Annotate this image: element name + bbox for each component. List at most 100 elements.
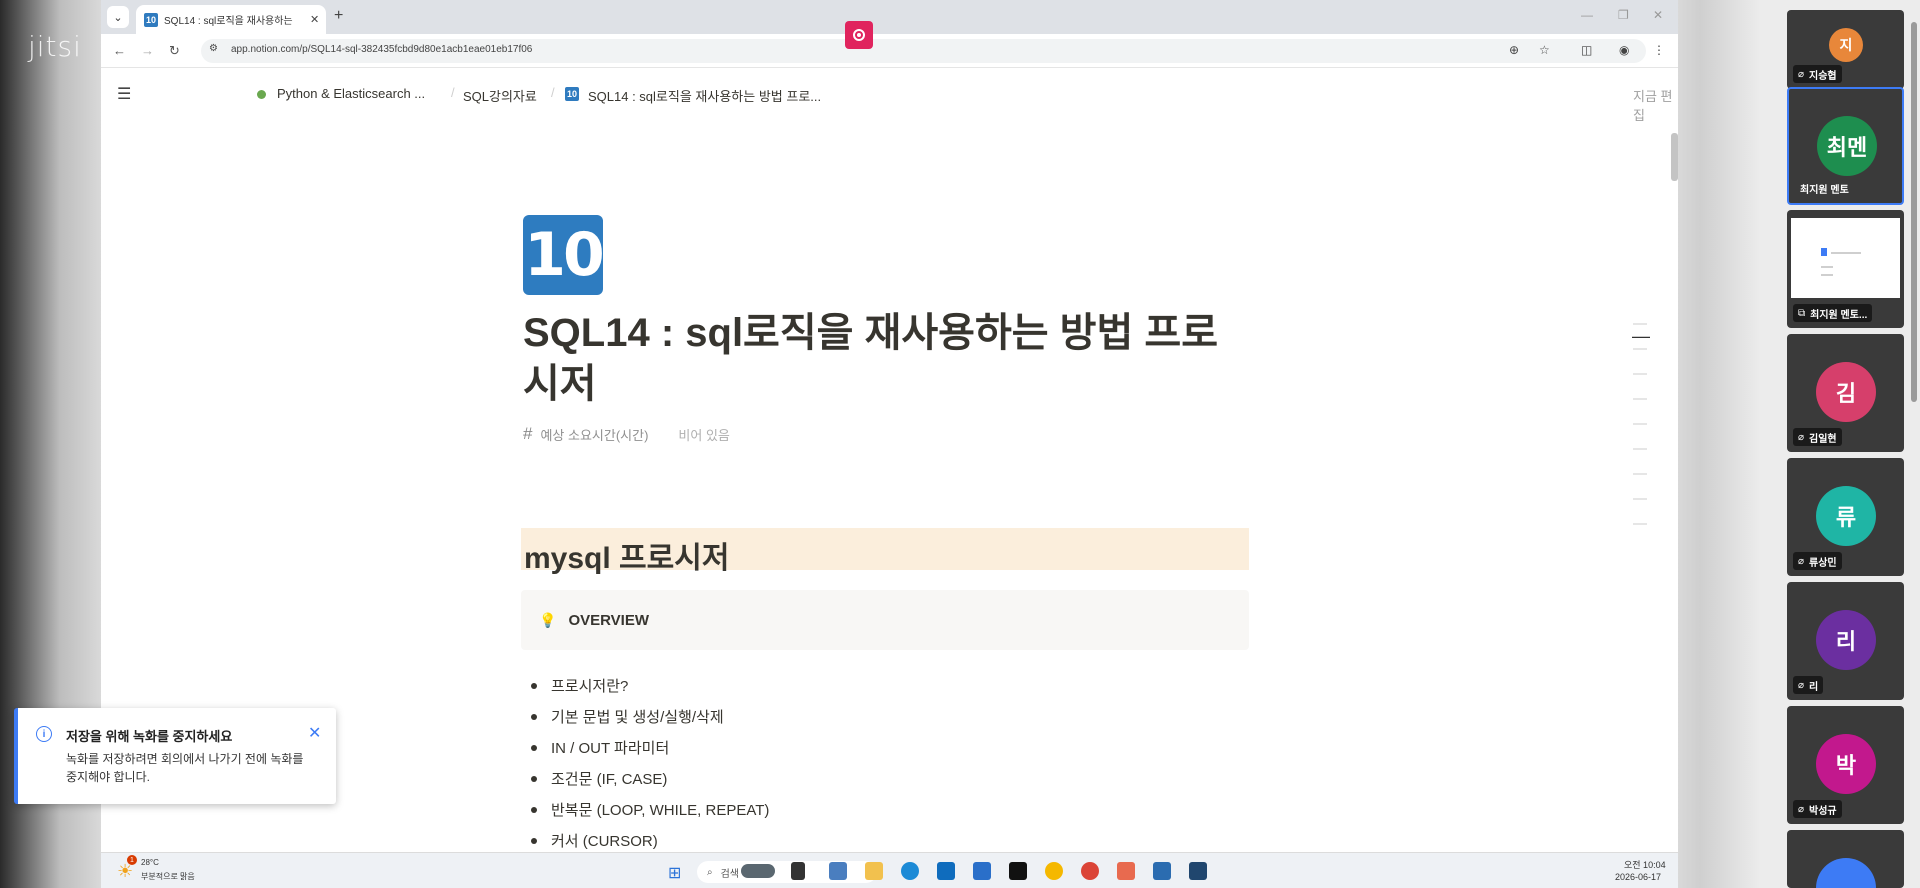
window-close-icon[interactable]: ✕: [1653, 8, 1663, 22]
notion-icon[interactable]: [1009, 862, 1027, 880]
close-tab-icon[interactable]: ✕: [310, 13, 319, 26]
forward-icon[interactable]: →: [141, 43, 154, 58]
participant-tile[interactable]: 김 ⌀ 김일현: [1787, 334, 1904, 452]
page-title[interactable]: SQL14 : sql로직을 재사용하는 방법 프로시저: [523, 308, 1243, 410]
participant-name-bar: ⌀ 박성규: [1793, 800, 1842, 818]
breadcrumb-workspace[interactable]: Python & Elasticsearch ...: [277, 86, 425, 101]
edit-status-label: 지금 편집: [1633, 89, 1673, 123]
taskbar-app-icon[interactable]: [741, 864, 775, 878]
taskbar-app-icon[interactable]: [1045, 862, 1063, 880]
breadcrumb-separator: /: [551, 85, 555, 100]
taskbar-app-icon[interactable]: [1117, 862, 1135, 880]
mic-muted-icon: ⌀: [1798, 431, 1805, 443]
participant-tile[interactable]: 최멘 최지원 멘토: [1787, 87, 1904, 205]
table-of-contents-minimap[interactable]: [1633, 323, 1647, 548]
windows-start-icon[interactable]: ⊞: [668, 863, 681, 883]
zoom-icon[interactable]: ⊕: [1509, 43, 1519, 57]
property-row[interactable]: # 예상 소요시간(시간) 비어 있음: [523, 424, 730, 444]
list-item[interactable]: 기본 문법 및 생성/실행/삭제: [531, 701, 769, 732]
reload-icon[interactable]: ↻: [169, 43, 180, 59]
taskbar-clock-time: 오전 10:04: [1624, 860, 1666, 870]
taskbar-search[interactable]: ⌕ 검색: [697, 861, 877, 883]
list-item[interactable]: IN / OUT 파라미터: [531, 732, 769, 763]
participant-name-bar: 최지원 멘토: [1795, 179, 1854, 197]
heading-text: mysql 프로시저: [524, 542, 730, 575]
participant-tile[interactable]: 리 ⌀ 리: [1787, 582, 1904, 700]
mic-muted-icon: ⌀: [1798, 555, 1805, 567]
site-settings-icon[interactable]: ⚙: [209, 43, 218, 54]
avatar: 리: [1816, 610, 1876, 670]
page-scrollbar[interactable]: [1671, 133, 1678, 181]
recording-indicator-icon[interactable]: [845, 21, 873, 49]
search-label: 검색: [720, 868, 740, 880]
browser-menu-icon[interactable]: ⋮: [1653, 43, 1665, 57]
taskbar-app-icon[interactable]: [1153, 862, 1171, 880]
mail-icon[interactable]: [973, 862, 991, 880]
participant-name: 지승협: [1809, 70, 1837, 82]
avatar: 최멘: [1817, 116, 1877, 176]
extensions-icon[interactable]: ◫: [1581, 43, 1592, 57]
notification-body: 녹화를 저장하려면 회의에서 나가기 전에 녹화를 중지해야 합니다.: [66, 752, 304, 784]
close-icon[interactable]: ✕: [308, 723, 321, 743]
callout-block[interactable]: 💡 OVERVIEW: [521, 590, 1249, 650]
mic-muted-icon: ⌀: [1798, 68, 1805, 80]
property-value[interactable]: 비어 있음: [678, 425, 729, 444]
file-explorer-icon[interactable]: [865, 862, 883, 880]
store-icon[interactable]: [937, 862, 955, 880]
shared-screen: ⌄ 10 SQL14 : sql로직을 재사용하는 ✕ + — ❐ ✕ ← → …: [101, 0, 1678, 888]
windows-taskbar: ☀ 1 28°C 부분적으로 맑음 ⊞ ⌕ 검색 오전 10:04 2026-0…: [101, 852, 1678, 888]
minimize-icon[interactable]: —: [1581, 8, 1593, 22]
participant-tile[interactable]: 박 ⌀ 박성규: [1787, 706, 1904, 824]
lightbulb-icon: 💡: [539, 611, 557, 628]
back-icon[interactable]: ←: [113, 43, 126, 58]
taskbar-app-icon[interactable]: [829, 862, 847, 880]
participant-tile[interactable]: [1787, 830, 1904, 888]
participant-name: 최지원 멘토...: [1810, 309, 1868, 321]
url-text: app.notion.com/p/SQL14-sql-382435fcbd9d8…: [231, 44, 533, 55]
screen-share-tile[interactable]: ⧉ 최지원 멘토...: [1787, 210, 1904, 328]
breadcrumb-folder[interactable]: SQL강의자료: [463, 86, 537, 105]
tab-search-dropdown-icon[interactable]: ⌄: [107, 6, 129, 28]
participant-name: 김일현: [1809, 433, 1837, 445]
participant-name-bar: ⌀ 지승협: [1793, 65, 1842, 83]
avatar: 류: [1816, 486, 1876, 546]
participant-name-bar: ⌀ 리: [1793, 676, 1824, 694]
weather-desc: 부분적으로 맑음: [141, 872, 195, 881]
address-bar: ← → ↻ ⚙ app.notion.com/p/SQL14-sql-38243…: [101, 34, 1678, 68]
browser-tab-bar: ⌄ 10 SQL14 : sql로직을 재사용하는 ✕ + — ❐ ✕: [101, 0, 1678, 34]
new-tab-icon[interactable]: +: [334, 7, 343, 25]
chrome-icon[interactable]: [1081, 862, 1099, 880]
menu-icon[interactable]: ☰: [117, 84, 131, 104]
profile-icon[interactable]: ◉: [1619, 43, 1629, 57]
list-item[interactable]: 반복문 (LOOP, WHILE, REPEAT): [531, 794, 769, 825]
notion-page-favicon: 10: [144, 12, 158, 27]
bullet-list: 프로시저란? 기본 문법 및 생성/실행/삭제 IN / OUT 파라미터 조건…: [531, 670, 769, 856]
avatar: 지: [1829, 28, 1863, 62]
page-icon[interactable]: 10: [523, 215, 605, 295]
breadcrumb-page[interactable]: SQL14 : sql로직을 재사용하는 방법 프로...: [588, 86, 821, 105]
taskbar-app-icon[interactable]: [1189, 862, 1207, 880]
callout-title: OVERVIEW: [568, 611, 650, 629]
participant-name: 최지원 멘토: [1800, 184, 1849, 196]
info-icon: i: [36, 726, 52, 742]
participant-tile[interactable]: 지 ⌀ 지승협: [1787, 10, 1904, 89]
browser-tab[interactable]: 10 SQL14 : sql로직을 재사용하는 ✕: [136, 5, 326, 34]
bookmark-icon[interactable]: ☆: [1539, 43, 1550, 57]
restore-icon[interactable]: ❐: [1618, 8, 1629, 22]
taskbar-clock-date: 2026-06-17: [1615, 872, 1662, 882]
list-item[interactable]: 조건문 (IF, CASE): [531, 763, 769, 794]
task-view-icon[interactable]: [791, 862, 805, 880]
jitsi-logo: jitsi: [28, 30, 82, 63]
weather-temp: 28°C: [141, 858, 159, 867]
edge-icon[interactable]: [901, 862, 919, 880]
list-item[interactable]: 프로시저란?: [531, 670, 769, 701]
heading-block[interactable]: mysql 프로시저: [521, 528, 1249, 575]
participants-scrollbar[interactable]: [1911, 22, 1917, 402]
screen-share-icon: ⧉: [1798, 307, 1806, 319]
avatar: [1816, 858, 1876, 888]
participant-tile[interactable]: 류 ⌀ 류상민: [1787, 458, 1904, 576]
tab-title: SQL14 : sql로직을 재사용하는: [164, 16, 293, 27]
participant-name: 류상민: [1809, 557, 1837, 569]
avatar: 김: [1816, 362, 1876, 422]
breadcrumb-separator: /: [451, 85, 455, 100]
